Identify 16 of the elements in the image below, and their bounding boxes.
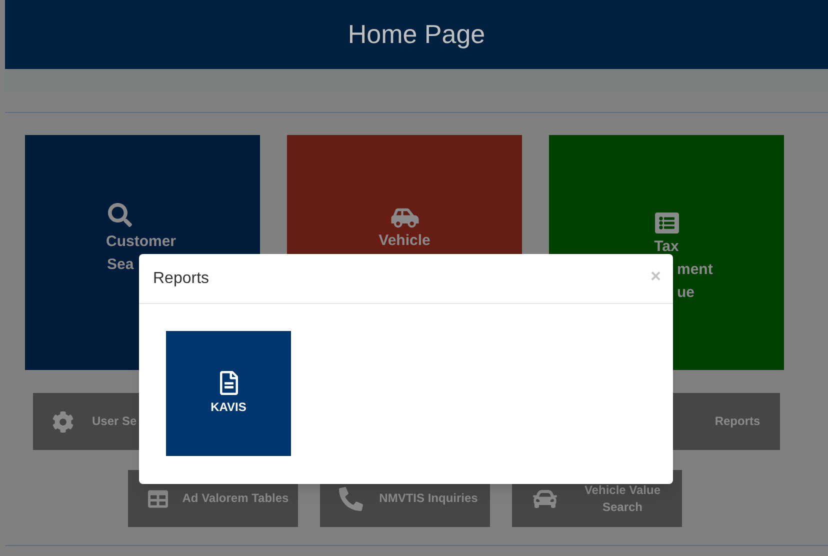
- tile-label: Tax: [654, 237, 679, 257]
- tile-label: Customer: [106, 232, 176, 252]
- document-icon: [218, 371, 238, 395]
- search-icon: [108, 203, 132, 227]
- close-button[interactable]: ×: [650, 266, 661, 284]
- table-icon: [147, 488, 169, 508]
- dialog-title: Reports: [153, 268, 210, 288]
- tile-label: Sea: [107, 255, 134, 275]
- settings-icon: [52, 410, 74, 432]
- tile-label: Vehicle: [378, 231, 430, 251]
- report-tile[interactable]: KAVIS: [166, 331, 291, 456]
- list-icon: [654, 211, 678, 235]
- tile-label: ue: [677, 283, 695, 303]
- tile-label: ment: [677, 260, 713, 280]
- phone-icon: [339, 486, 363, 510]
- page-title: Home Page: [348, 18, 486, 51]
